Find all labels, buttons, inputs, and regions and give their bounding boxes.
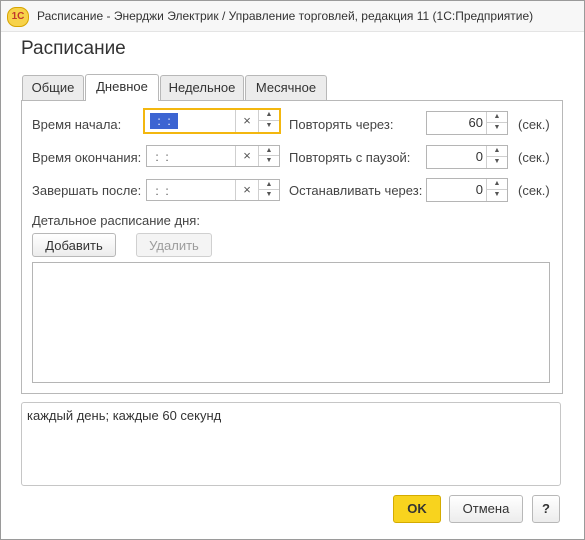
help-button[interactable]: ? (532, 495, 560, 523)
tab-daily[interactable]: Дневное (85, 74, 159, 101)
cancel-button[interactable]: Отмена (449, 495, 523, 523)
end-time-spinner[interactable]: ▲ ▼ (258, 146, 279, 166)
schedule-summary-box: каждый день; каждые 60 секунд (21, 402, 561, 486)
spin-down-icon[interactable]: ▼ (259, 156, 279, 166)
add-button[interactable]: Добавить (32, 233, 116, 257)
repeat-every-spinner[interactable]: ▲ ▼ (486, 112, 507, 134)
form-title: Расписание (21, 38, 126, 59)
start-time-field[interactable]: : : × ▲ ▼ (143, 108, 281, 134)
spin-up-icon[interactable]: ▲ (487, 146, 507, 157)
finish-after-field[interactable]: : : × ▲ ▼ (146, 179, 280, 201)
finish-after-value[interactable]: : : (152, 183, 172, 199)
repeat-every-field[interactable]: 60 ▲ ▼ (426, 111, 508, 135)
spin-up-icon[interactable]: ▲ (487, 112, 507, 123)
repeat-every-value[interactable]: 60 (469, 115, 483, 130)
repeat-pause-spinner[interactable]: ▲ ▼ (486, 146, 507, 168)
repeat-every-unit: (сек.) (518, 117, 550, 132)
detailed-schedule-list[interactable] (32, 262, 550, 383)
end-time-label: Время окончания: (32, 150, 142, 165)
spin-down-icon[interactable]: ▼ (487, 123, 507, 134)
repeat-pause-unit: (сек.) (518, 150, 550, 165)
dialog-window: 1С Расписание - Энерджи Электрик / Управ… (0, 0, 585, 540)
spin-up-icon[interactable]: ▲ (487, 179, 507, 190)
spin-up-icon[interactable]: ▲ (259, 110, 279, 121)
finish-after-spinner[interactable]: ▲ ▼ (258, 180, 279, 200)
tab-weekly[interactable]: Недельное (160, 75, 244, 100)
ok-button[interactable]: OK (393, 495, 441, 523)
spin-down-icon[interactable]: ▼ (487, 157, 507, 168)
start-time-value[interactable]: : : (150, 113, 179, 129)
repeat-pause-value[interactable]: 0 (476, 149, 483, 164)
start-time-label: Время начала: (32, 117, 122, 132)
app-logo-icon: 1С (7, 7, 29, 27)
stop-after-field[interactable]: 0 ▲ ▼ (426, 178, 508, 202)
tab-monthly[interactable]: Месячное (245, 75, 327, 100)
clear-icon[interactable]: × (235, 180, 258, 200)
repeat-pause-field[interactable]: 0 ▲ ▼ (426, 145, 508, 169)
stop-after-spinner[interactable]: ▲ ▼ (486, 179, 507, 201)
repeat-every-label: Повторять через: (289, 117, 394, 132)
spin-down-icon[interactable]: ▼ (259, 190, 279, 200)
end-time-field[interactable]: : : × ▲ ▼ (146, 145, 280, 167)
finish-after-label: Завершать после: (32, 183, 142, 198)
tab-general[interactable]: Общие (22, 75, 84, 100)
spin-up-icon[interactable]: ▲ (259, 146, 279, 156)
stop-after-unit: (сек.) (518, 183, 550, 198)
stop-after-label: Останавливать через: (289, 183, 423, 198)
detailed-schedule-label: Детальное расписание дня: (32, 213, 200, 228)
spin-up-icon[interactable]: ▲ (259, 180, 279, 190)
clear-icon[interactable]: × (235, 110, 258, 132)
start-time-spinner[interactable]: ▲ ▼ (258, 110, 279, 132)
spin-down-icon[interactable]: ▼ (487, 190, 507, 201)
schedule-summary-text: каждый день; каждые 60 секунд (27, 408, 222, 423)
title-bar: 1С Расписание - Энерджи Электрик / Управ… (1, 1, 584, 32)
spin-down-icon[interactable]: ▼ (259, 121, 279, 132)
repeat-pause-label: Повторять с паузой: (289, 150, 411, 165)
stop-after-value[interactable]: 0 (476, 182, 483, 197)
window-title: Расписание - Энерджи Электрик / Управлен… (37, 9, 534, 23)
clear-icon[interactable]: × (235, 146, 258, 166)
end-time-value[interactable]: : : (152, 149, 172, 165)
delete-button[interactable]: Удалить (136, 233, 212, 257)
